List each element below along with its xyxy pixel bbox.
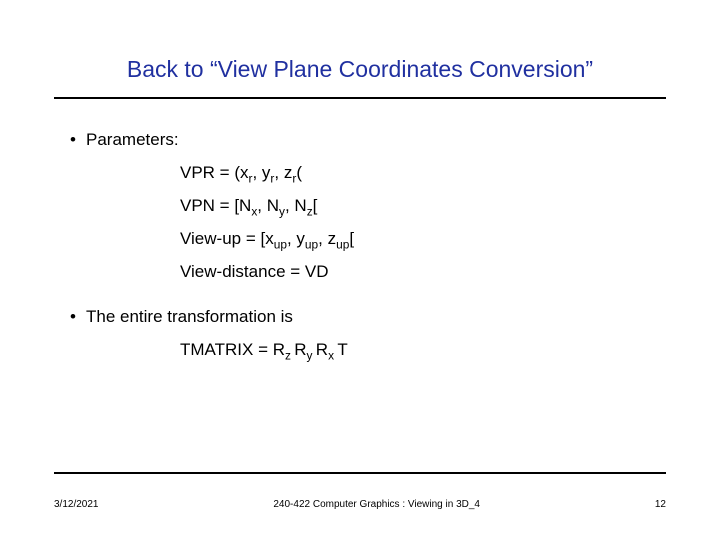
footer-page-number: 12 [655,499,666,510]
slide-body: • Parameters: VPR = (xr, yr, zr( VPN = [… [0,99,720,362]
bullet-dot-icon: • [70,129,86,152]
footer-course: 240-422 Computer Graphics : Viewing in 3… [99,499,655,510]
slide: Back to “View Plane Coordinates Conversi… [0,0,720,540]
tmatrix-line: TMATRIX = Rz Ry Rx T [180,339,650,362]
slide-footer: 3/12/2021 240-422 Computer Graphics : Vi… [54,499,666,510]
bullet-parameters: • Parameters: [70,129,650,152]
parameter-list: VPR = (xr, yr, zr( VPN = [Nx, Ny, Nz[ Vi… [180,162,650,284]
param-vpr: VPR = (xr, yr, zr( [180,162,650,185]
footer-date: 3/12/2021 [54,499,99,510]
param-viewup: View-up = [xup, yup, zup[ [180,228,650,251]
param-viewdistance: View-distance = VD [180,261,650,284]
footer-divider [54,472,666,474]
slide-title: Back to “View Plane Coordinates Conversi… [0,0,720,97]
bullet-dot-icon: • [70,306,86,329]
param-vpn: VPN = [Nx, Ny, Nz[ [180,195,650,218]
bullet-text: Parameters: [86,129,179,152]
bullet-transformation: • The entire transformation is [70,306,650,329]
tmatrix-expr: TMATRIX = Rz Ry Rx T [180,339,650,362]
bullet-text: The entire transformation is [86,306,293,329]
